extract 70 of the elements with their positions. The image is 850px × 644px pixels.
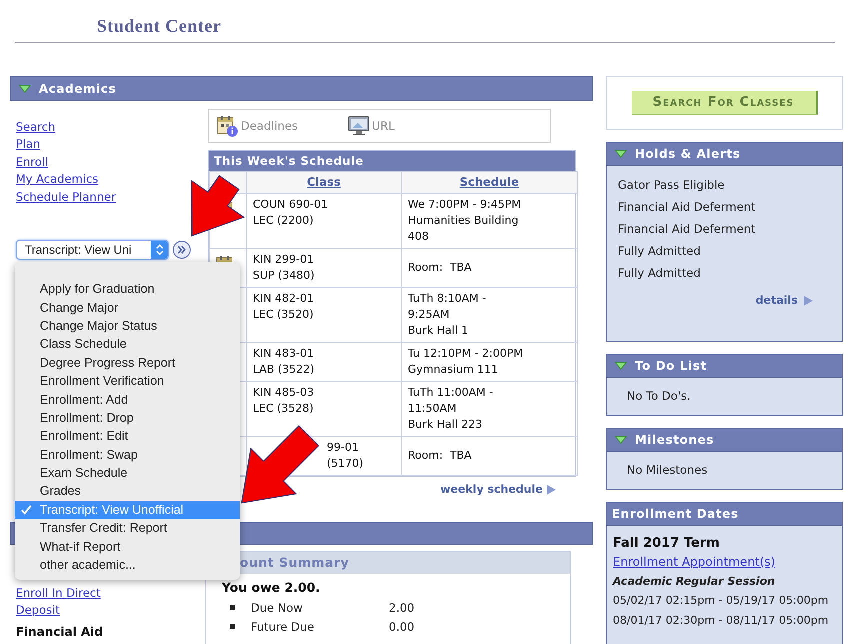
triangle-icon: [804, 296, 813, 306]
bullet-icon: [230, 624, 235, 629]
nav-link[interactable]: Schedule Planner: [16, 188, 116, 206]
table-cell: TuTh 8:10AM - 9:25AM Burk Hall 1: [402, 288, 578, 342]
weekly-schedule-link[interactable]: weekly schedule: [440, 483, 543, 496]
stepper-icon: [156, 244, 164, 256]
todo-text: No To Do's.: [626, 388, 692, 405]
table-cell: KIN 482-01 LEC (3520): [246, 288, 402, 342]
page-title: Student Center: [97, 16, 222, 37]
panel-title: Milestones: [635, 433, 714, 447]
menu-item[interactable]: Enrollment: Drop: [15, 408, 240, 428]
check-icon: [21, 504, 32, 515]
monitor-icon: [348, 116, 370, 136]
date-range: 08/01/17 02:30pm - 08/11/17 05:00pm: [613, 613, 830, 629]
menu-item[interactable]: Degree Progress Report: [15, 354, 240, 372]
table-title: This Week's Schedule: [209, 151, 575, 171]
section-heading: Financial Aid: [16, 625, 104, 639]
menu-item[interactable]: Enrollment: Swap: [15, 446, 240, 464]
menu-item[interactable]: Class Schedule: [15, 335, 240, 354]
term-heading: Fall 2017 Term: [613, 535, 721, 553]
panel-title: Holds & Alerts: [635, 147, 741, 161]
table-cell: KIN 299-01 SUP (3480): [246, 248, 402, 288]
triangle-icon: [547, 484, 556, 494]
details-link[interactable]: details: [756, 294, 798, 307]
session-name: Academic Regular Session: [613, 575, 776, 588]
double-chevron-icon: [177, 245, 187, 256]
select-dropdown[interactable]: Transcript: View Uni: [16, 240, 169, 260]
line-amount: 0.00: [389, 620, 415, 634]
menu-item[interactable]: Exam Schedule: [15, 464, 240, 482]
menu-item[interactable]: Grades: [15, 482, 240, 501]
alert-item: Financial Aid Deferment: [618, 199, 757, 216]
line-label: Due Now: [251, 600, 304, 614]
panel-title: Academics: [39, 82, 116, 96]
table-cell: KIN 483-01 LAB (3522): [246, 342, 402, 382]
table-cell: Room: TBA: [402, 436, 578, 476]
nav-link[interactable]: Search: [16, 119, 56, 136]
menu-item[interactable]: Enrollment: Add: [15, 390, 240, 409]
bullet-icon: [230, 605, 235, 610]
alert-item: Financial Aid Deferment: [618, 221, 757, 238]
panel-title: Enrollment Dates: [612, 507, 739, 521]
column-header-link[interactable]: Class: [307, 175, 341, 189]
menu-item[interactable]: Change Major: [15, 298, 240, 317]
line-label: Future Due: [251, 620, 316, 634]
amount-owed: You owe 2.00.: [222, 580, 320, 595]
alert-item: Gator Pass Eligible: [618, 177, 726, 194]
appointment-link[interactable]: Enrollment Appointment(s): [613, 555, 776, 569]
nav-link[interactable]: Enroll: [16, 154, 48, 172]
line-amount: 2.00: [389, 600, 415, 614]
annotation-arrow: [191, 175, 246, 237]
finance-link[interactable]: Enroll In Direct: [16, 585, 101, 602]
search-for-classes-button[interactable]: Search For Classes: [632, 91, 818, 115]
menu-item[interactable]: Enrollment: Edit: [15, 427, 240, 446]
alert-item: Fully Admitted: [618, 243, 702, 260]
menu-item[interactable]: Transfer Credit: Report: [15, 519, 240, 538]
menu-item[interactable]: Apply for Graduation: [15, 280, 240, 298]
menu-item[interactable]: Enrollment Verification: [15, 372, 240, 390]
table-cell: TuTh 11:00AM - 11:50AM Burk Hall 223: [402, 382, 578, 436]
nav-link[interactable]: My Academics: [16, 171, 99, 189]
milestone-text: No Milestones: [626, 462, 709, 479]
alert-item: Fully Admitted: [618, 265, 702, 282]
finance-link[interactable]: Deposit: [16, 602, 60, 618]
table-cell: Tu 12:10PM - 2:00PM Gymnasium 111: [402, 342, 578, 382]
table-cell: Room: TBA: [402, 248, 578, 288]
go-button[interactable]: [173, 241, 191, 260]
panel-title: To Do List: [635, 359, 708, 373]
table-cell: We 7:00PM - 9:45PM Humanities Building 408: [402, 194, 578, 248]
menu-item[interactable]: Change Major Status: [15, 316, 240, 336]
date-range: 05/02/17 02:15pm - 05/19/17 05:00pm: [613, 593, 830, 609]
table-cell: COUN 690-01 LEC (2200): [246, 194, 402, 248]
nav-link[interactable]: Plan: [16, 136, 40, 154]
